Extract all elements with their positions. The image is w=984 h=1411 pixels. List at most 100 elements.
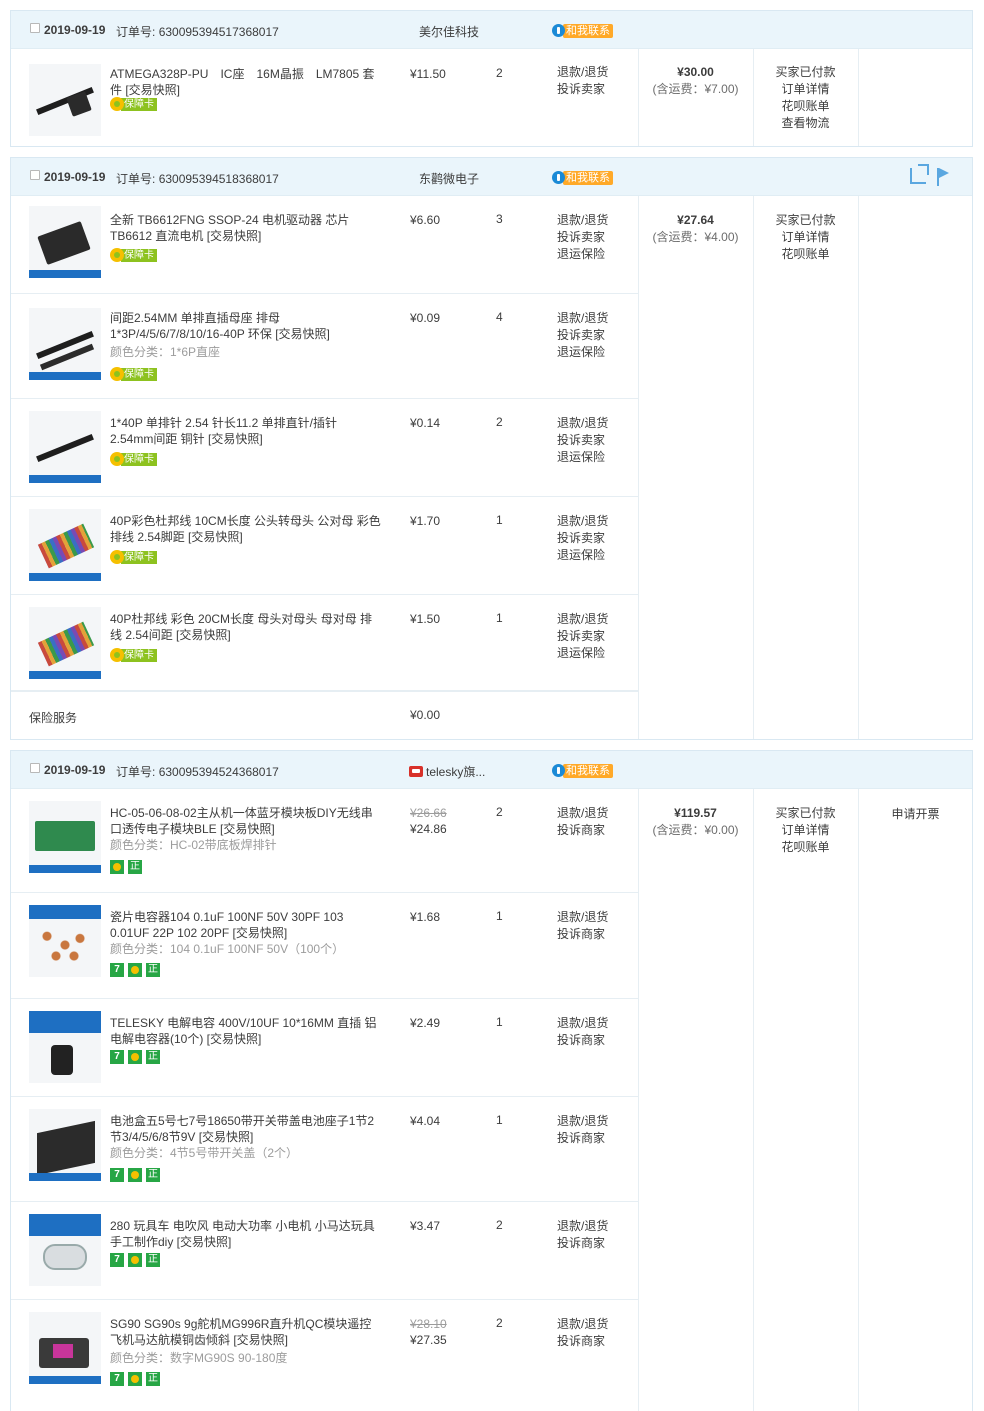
refund-link[interactable]: 退款/退货: [557, 64, 608, 81]
refund-link[interactable]: 退款/退货: [557, 1218, 608, 1235]
product-title-link[interactable]: 间距2.54MM 单排直插母座 排母 1*3P/4/5/6/7/8/10/16-…: [110, 310, 382, 342]
tmall-icon: [409, 766, 423, 777]
order-detail-link[interactable]: 订单详情: [753, 822, 858, 839]
share-icon[interactable]: [910, 164, 929, 184]
product-title-link[interactable]: 1*40P 单排针 2.54 针长11.2 单排直针/插针 2.54mm间距 铜…: [110, 415, 382, 447]
shop-name-link[interactable]: 美尔佳科技: [419, 23, 479, 40]
order-checkbox[interactable]: [30, 763, 40, 773]
guarantee-icon[interactable]: [128, 1050, 142, 1064]
genuine-badge[interactable]: 正: [128, 860, 142, 874]
seven-day-return-badge[interactable]: 7: [110, 963, 124, 977]
return-insurance-link[interactable]: 退运保险: [557, 344, 608, 361]
guarantee-card-badge[interactable]: 保障卡: [110, 452, 157, 466]
product-image[interactable]: [29, 1214, 101, 1286]
guarantee-card-badge[interactable]: 保障卡: [110, 648, 157, 662]
seven-day-return-badge[interactable]: 7: [110, 1168, 124, 1182]
sku-variant: 颜色分类：1*6P直座: [110, 345, 221, 359]
seven-day-return-badge[interactable]: 7: [110, 1372, 124, 1386]
product-image[interactable]: [29, 801, 101, 873]
return-insurance-link[interactable]: 退运保险: [557, 547, 608, 564]
refund-link[interactable]: 退款/退货: [557, 310, 608, 327]
refund-link[interactable]: 退款/退货: [557, 805, 608, 822]
request-invoice-link[interactable]: 申请开票: [858, 789, 973, 822]
product-title-link[interactable]: 40P彩色杜邦线 10CM长度 公头转母头 公对母 彩色排线 2.54脚距 [交…: [110, 513, 382, 545]
guarantee-icon[interactable]: [110, 860, 124, 874]
flag-icon[interactable]: [936, 168, 950, 186]
view-logistics-link[interactable]: 查看物流: [753, 115, 858, 132]
order-detail-link[interactable]: 订单详情: [753, 229, 858, 246]
product-title-link[interactable]: 280 玩具车 电吹风 电动大功率 小电机 小马达玩具 手工制作diy [交易快…: [110, 1218, 382, 1250]
product-title-link[interactable]: 全新 TB6612FNG SSOP-24 电机驱动器 芯片TB6612 直流电机…: [110, 212, 382, 244]
return-insurance-link[interactable]: 退运保险: [557, 246, 608, 263]
genuine-badge[interactable]: 正: [146, 1253, 160, 1267]
huabei-bill-link[interactable]: 花呗账单: [753, 98, 858, 115]
complain-link[interactable]: 投诉商家: [557, 822, 608, 839]
refund-link[interactable]: 退款/退货: [557, 611, 608, 628]
product-image[interactable]: [29, 411, 101, 483]
guarantee-icon[interactable]: [128, 1253, 142, 1267]
genuine-badge[interactable]: 正: [146, 1372, 160, 1386]
huabei-bill-link[interactable]: 花呗账单: [753, 246, 858, 263]
genuine-badge[interactable]: 正: [146, 963, 160, 977]
refund-link[interactable]: 退款/退货: [557, 1015, 608, 1032]
complain-link[interactable]: 投诉卖家: [557, 432, 608, 449]
contact-seller-button[interactable]: 和我联系: [552, 763, 613, 778]
return-insurance-link[interactable]: 退运保险: [557, 449, 608, 466]
product-title-link[interactable]: ATMEGA328P-PU IC座 16M晶振 LM7805 套件 [交易快照]: [110, 66, 382, 98]
product-image[interactable]: [29, 64, 101, 136]
product-image[interactable]: [29, 308, 101, 380]
refund-link[interactable]: 退款/退货: [557, 415, 608, 432]
product-image[interactable]: [29, 509, 101, 581]
product-image[interactable]: [29, 607, 101, 679]
shop-name-link[interactable]: 东鹳微电子: [419, 170, 479, 187]
guarantee-card-badge[interactable]: 保障卡: [110, 97, 157, 111]
badge-row: 7 正: [110, 1168, 160, 1182]
contact-seller-button[interactable]: 和我联系: [552, 23, 613, 38]
product-image[interactable]: [29, 1109, 101, 1181]
guarantee-icon[interactable]: [128, 963, 142, 977]
product-title-link[interactable]: TELESKY 电解电容 400V/10UF 10*16MM 直插 铝电解电容器…: [110, 1015, 382, 1047]
order-checkbox[interactable]: [30, 23, 40, 33]
genuine-badge[interactable]: 正: [146, 1168, 160, 1182]
complain-link[interactable]: 投诉卖家: [557, 81, 608, 98]
order-checkbox[interactable]: [30, 170, 40, 180]
contact-seller-button[interactable]: 和我联系: [552, 170, 613, 185]
complain-link[interactable]: 投诉商家: [557, 926, 608, 943]
product-title-link[interactable]: SG90 SG90s 9g舵机MG996R直升机QC模块遥控飞机马达航模铜齿倾斜…: [110, 1316, 382, 1348]
guarantee-icon[interactable]: [128, 1372, 142, 1386]
refund-link[interactable]: 退款/退货: [557, 1113, 608, 1130]
huabei-bill-link[interactable]: 花呗账单: [753, 839, 858, 856]
order-detail-link[interactable]: 订单详情: [753, 81, 858, 98]
insurance-label: 保险服务: [29, 711, 78, 725]
guarantee-icon[interactable]: [128, 1168, 142, 1182]
guarantee-card-badge[interactable]: 保障卡: [110, 248, 157, 262]
item-actions: 退款/退货 投诉商家: [557, 1113, 608, 1147]
complain-link[interactable]: 投诉卖家: [557, 327, 608, 344]
genuine-badge[interactable]: 正: [146, 1050, 160, 1064]
product-title-link[interactable]: HC-05-06-08-02主从机一体蓝牙模块板DIY无线串口透传电子模块BLE…: [110, 805, 382, 837]
shop-name-link[interactable]: telesky旗...: [409, 763, 485, 780]
refund-link[interactable]: 退款/退货: [557, 212, 608, 229]
product-image[interactable]: [29, 206, 101, 278]
refund-link[interactable]: 退款/退货: [557, 513, 608, 530]
refund-link[interactable]: 退款/退货: [557, 1316, 608, 1333]
guarantee-card-badge[interactable]: 保障卡: [110, 367, 157, 381]
seven-day-return-badge[interactable]: 7: [110, 1050, 124, 1064]
product-image[interactable]: [29, 905, 101, 977]
product-image[interactable]: [29, 1312, 101, 1384]
seven-day-return-badge[interactable]: 7: [110, 1253, 124, 1267]
complain-link[interactable]: 投诉卖家: [557, 628, 608, 645]
guarantee-card-badge[interactable]: 保障卡: [110, 550, 157, 564]
complain-link[interactable]: 投诉商家: [557, 1130, 608, 1147]
product-title-link[interactable]: 40P杜邦线 彩色 20CM长度 母头对母头 母对母 排线 2.54间距 [交易…: [110, 611, 382, 643]
complain-link[interactable]: 投诉卖家: [557, 229, 608, 246]
complain-link[interactable]: 投诉卖家: [557, 530, 608, 547]
complain-link[interactable]: 投诉商家: [557, 1032, 608, 1049]
product-image[interactable]: [29, 1011, 101, 1083]
product-title-link[interactable]: 电池盒五5号七7号18650带开关带盖电池座子1节2节3/4/5/6/8节9V …: [110, 1113, 382, 1145]
complain-link[interactable]: 投诉商家: [557, 1235, 608, 1252]
refund-link[interactable]: 退款/退货: [557, 909, 608, 926]
complain-link[interactable]: 投诉商家: [557, 1333, 608, 1350]
return-insurance-link[interactable]: 退运保险: [557, 645, 608, 662]
product-title-link[interactable]: 瓷片电容器104 0.1uF 100NF 50V 30PF 103 0.01UF…: [110, 909, 382, 941]
